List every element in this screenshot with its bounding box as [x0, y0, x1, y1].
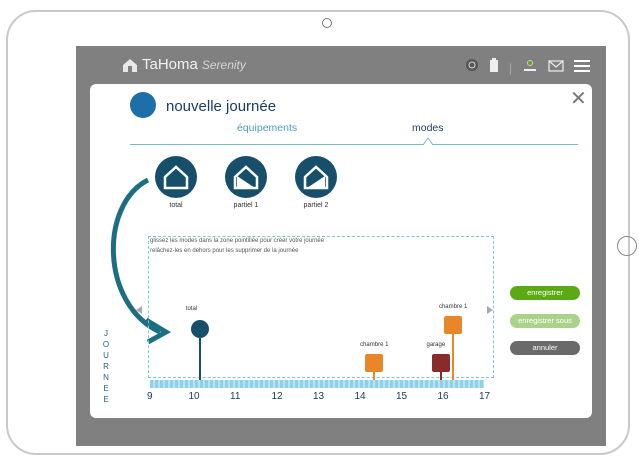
house-logo-icon [123, 58, 137, 72]
timeline-tick: 10 [188, 391, 200, 402]
separator: | [508, 60, 512, 75]
timeline-tick: 13 [313, 391, 325, 402]
marker-label: chambre 1 [438, 304, 468, 310]
home-button[interactable] [617, 236, 637, 256]
timeline-tick: 9 [147, 391, 153, 402]
active-tab-caret [423, 137, 433, 145]
marker-label: total [185, 306, 198, 312]
timeline-tick: 14 [354, 391, 366, 402]
marker-stem [198, 338, 201, 380]
timeline-tick: 16 [437, 391, 449, 402]
mode-label: partiel 2 [303, 202, 329, 209]
marker-label: garage [426, 342, 446, 348]
app-logo: TaHoma Serenity [122, 56, 246, 73]
toolbar-icons: | [465, 58, 590, 77]
alarm-icon[interactable] [465, 58, 479, 77]
house-partial-2-icon [295, 156, 337, 198]
timeline-marker-icon[interactable] [190, 320, 209, 338]
mode-partiel-1[interactable]: partiel 1 [216, 156, 276, 209]
tab-modes[interactable]: modes [412, 122, 444, 134]
marker-stem [451, 334, 454, 380]
save-button[interactable]: enregistrer [510, 286, 580, 300]
timeline-marker-icon[interactable] [365, 354, 384, 372]
drop-hint-1: glissez les modes dans la zone pointillé… [150, 238, 325, 244]
tab-equipements[interactable]: équipements [237, 122, 297, 134]
tablet-frame: TaHoma Serenity | ✕ nouvelle journée équi… [6, 10, 637, 455]
close-icon[interactable]: ✕ [570, 86, 587, 111]
scroll-left-arrow[interactable] [136, 306, 142, 314]
journee-vertical-label: JOURNEE [102, 329, 110, 404]
marker-label: chambre 1 [360, 342, 389, 348]
timeline-marker-icon[interactable] [431, 354, 450, 372]
new-day-modal: ✕ nouvelle journée équipements modes tot… [90, 84, 592, 418]
app-screen: TaHoma Serenity | ✕ nouvelle journée équi… [76, 46, 606, 446]
marker-stem [439, 372, 442, 380]
mail-icon[interactable] [548, 59, 564, 77]
timeline-tick: 11 [230, 391, 241, 402]
camera-icon [322, 18, 332, 28]
timeline-bar[interactable] [150, 380, 484, 388]
menu-icon[interactable] [574, 59, 590, 77]
mode-label: partiel 1 [233, 202, 259, 209]
save-as-button[interactable]: enregistrer sous [510, 314, 580, 328]
drop-hint-2: relâchez-les en dehors pour les supprime… [150, 248, 299, 254]
timeline-marker-icon[interactable] [443, 316, 462, 334]
house-partial-1-icon [225, 156, 267, 198]
top-bar: TaHoma Serenity | [76, 46, 606, 84]
timeline-tick: 15 [396, 391, 408, 402]
brand-suffix: Serenity [201, 57, 246, 72]
scroll-right-arrow[interactable] [487, 306, 493, 314]
brand-name: TaHoma [142, 56, 198, 73]
marker-stem [373, 372, 376, 380]
timeline-tick: 17 [479, 391, 491, 402]
cancel-button[interactable]: annuler [510, 341, 580, 355]
battery-icon[interactable] [489, 58, 499, 77]
timeline-tick: 12 [271, 391, 283, 402]
mode-partiel-2[interactable]: partiel 2 [286, 156, 346, 209]
user-status-icon[interactable] [522, 58, 538, 77]
